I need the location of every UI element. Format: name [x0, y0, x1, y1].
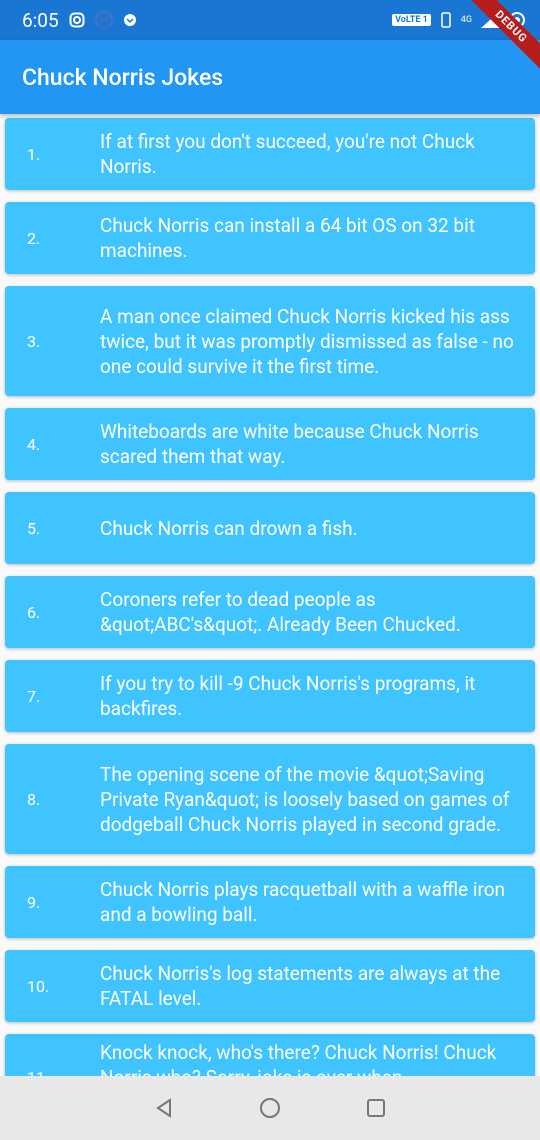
- list-item[interactable]: 9. Chuck Norris plays racquetball with a…: [5, 866, 535, 938]
- system-nav-bar: [0, 1076, 540, 1140]
- joke-number: 4.: [27, 434, 41, 454]
- joke-text: Chuck Norris can install a 64 bit OS on …: [100, 214, 475, 262]
- list-item[interactable]: 11. Knock knock, who's there? Chuck Norr…: [5, 1034, 535, 1076]
- joke-text: Knock knock, who's there? Chuck Norris! …: [100, 1041, 497, 1076]
- joke-text: If at first you don't succeed, you're no…: [100, 130, 475, 178]
- status-bar: 6:05 VoLTE 1 4G: [0, 0, 540, 40]
- joke-text: A man once claimed Chuck Norris kicked h…: [100, 304, 514, 378]
- joke-text: If you try to kill -9 Chuck Norris's pro…: [100, 672, 476, 720]
- back-button[interactable]: [151, 1095, 177, 1121]
- list-item[interactable]: 1. If at first you don't succeed, you're…: [5, 118, 535, 190]
- page-title: Chuck Norris Jokes: [22, 63, 224, 91]
- vibrate-icon: [441, 12, 451, 28]
- recents-button[interactable]: [363, 1095, 389, 1121]
- joke-text: The opening scene of the movie &quot;Sav…: [100, 762, 510, 836]
- list-item[interactable]: 3. A man once claimed Chuck Norris kicke…: [5, 286, 535, 396]
- joke-number: 11.: [5, 1040, 100, 1076]
- triangle-back-icon: [156, 1098, 171, 1118]
- list-item[interactable]: 4. Whiteboards are white because Chuck N…: [5, 408, 535, 480]
- shield-icon: [123, 14, 136, 26]
- joke-number: 3.: [27, 331, 41, 351]
- joke-text: Chuck Norris plays racquetball with a wa…: [100, 878, 506, 926]
- joke-text: Coroners refer to dead people as &quot;A…: [100, 588, 461, 636]
- square-recents-icon: [367, 1099, 385, 1117]
- volte-badge: VoLTE 1: [392, 14, 431, 26]
- joke-text: Chuck Norris's log statements are always…: [100, 962, 501, 1010]
- joke-number: 10.: [27, 976, 50, 996]
- list-item[interactable]: 6. Coroners refer to dead people as &quo…: [5, 576, 535, 648]
- joke-number: 6.: [27, 602, 41, 622]
- app-bar: Chuck Norris Jokes: [0, 40, 540, 114]
- home-button[interactable]: [257, 1095, 283, 1121]
- instagram-icon: [69, 12, 85, 28]
- joke-number: 8.: [27, 789, 41, 809]
- joke-number: 9.: [27, 892, 41, 912]
- joke-text: Chuck Norris can drown a fish.: [100, 516, 358, 540]
- status-time: 6:05: [22, 8, 59, 32]
- joke-number: 1.: [27, 144, 41, 164]
- messenger-icon: [94, 11, 113, 29]
- list-item[interactable]: 2. Chuck Norris can install a 64 bit OS …: [5, 202, 535, 274]
- joke-text: Whiteboards are white because Chuck Norr…: [100, 420, 479, 468]
- circle-home-icon: [260, 1098, 280, 1118]
- list-item[interactable]: 10. Chuck Norris's log statements are al…: [5, 950, 535, 1022]
- jokes-list[interactable]: 1. If at first you don't succeed, you're…: [0, 114, 540, 1076]
- network-type-label: 4G: [460, 15, 472, 25]
- joke-number: 5.: [27, 518, 41, 538]
- notification-icons: [69, 11, 137, 29]
- list-item[interactable]: 7. If you try to kill -9 Chuck Norris's …: [5, 660, 535, 732]
- list-item[interactable]: 8. The opening scene of the movie &quot;…: [5, 744, 535, 854]
- list-item[interactable]: 5. Chuck Norris can drown a fish.: [5, 492, 535, 564]
- joke-number: 2.: [27, 228, 41, 248]
- joke-number: 7.: [27, 686, 41, 706]
